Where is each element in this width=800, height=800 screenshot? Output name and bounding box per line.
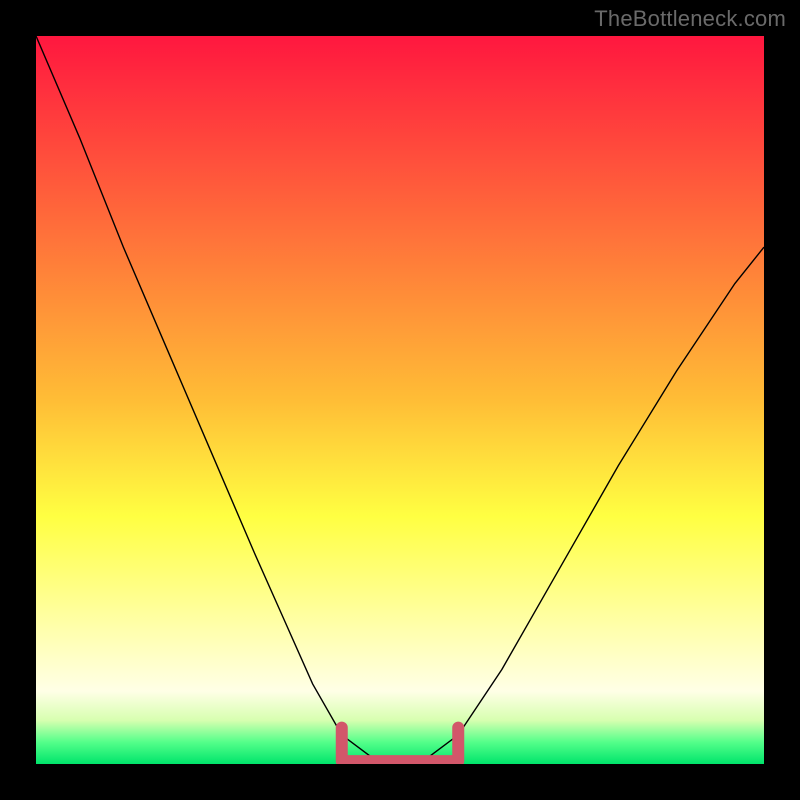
watermark-text: TheBottleneck.com xyxy=(594,6,786,32)
plot-area xyxy=(36,36,764,764)
chart-frame: TheBottleneck.com xyxy=(0,0,800,800)
curve-layer xyxy=(36,36,764,764)
bottleneck-curve xyxy=(36,36,764,760)
optimal-zone-indicator xyxy=(342,728,458,761)
